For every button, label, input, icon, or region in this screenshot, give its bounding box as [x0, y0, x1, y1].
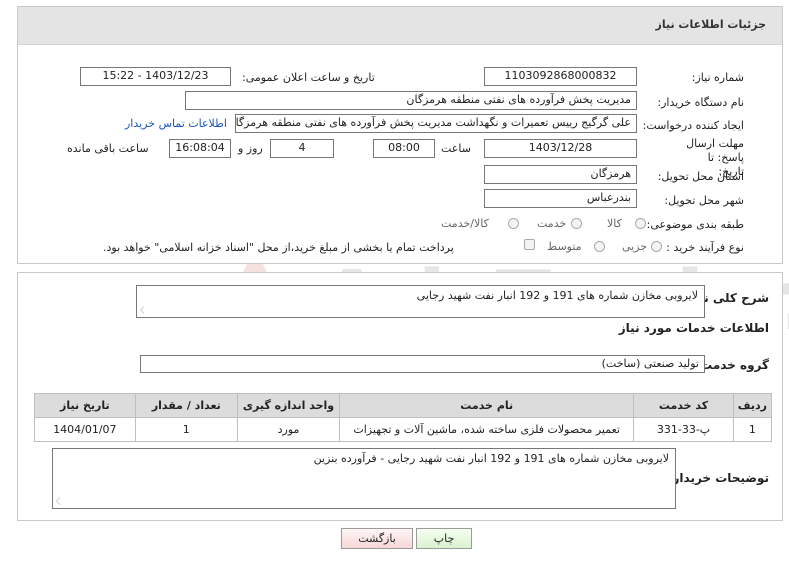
deadline-time-label: ساعت: [441, 142, 471, 155]
col-header-service-name: نام خدمت: [339, 393, 635, 418]
resize-handle-icon[interactable]: [140, 306, 148, 314]
days-remaining-field: 4: [270, 139, 334, 158]
category-option-goods: کالا: [607, 217, 622, 230]
creator-field: علی گرگیج رییس تعمیرات و نگهداشت مدیریت …: [235, 114, 637, 133]
services-table: ردیف کد خدمت نام خدمت واحد اندازه گیری ت…: [34, 393, 773, 442]
category-radio-goods-service[interactable]: [508, 218, 519, 229]
category-radio-goods[interactable]: [635, 218, 646, 229]
process-option-minor: جزیی: [622, 240, 648, 253]
days-label: روز و: [238, 142, 263, 155]
category-label: طبقه بندی موضوعی:: [646, 218, 744, 231]
service-group-field: تولید صنعتی (ساخت): [140, 355, 705, 373]
cell-service-name: تعمیر محصولات فلزی ساخته شده، ماشین آلات…: [339, 417, 635, 442]
col-header-row-num: ردیف: [732, 393, 773, 418]
need-number-label: شماره نیاز:: [691, 71, 744, 84]
resize-handle-icon[interactable]: [56, 497, 64, 505]
services-info-title: اطلاعات خدمات مورد نیاز: [618, 321, 769, 335]
summary-textarea: لایروبی مخازن شماره های 191 و 192 انبار …: [136, 285, 705, 318]
city-field: بندرعباس: [484, 189, 637, 208]
back-button[interactable]: بازگشت: [341, 528, 413, 549]
category-option-service: خدمت: [537, 217, 567, 230]
process-radio-minor[interactable]: [651, 241, 662, 252]
treasury-payment-note: پرداخت تمام یا بخشی از مبلغ خرید،از محل …: [103, 241, 454, 254]
service-group-label: گروه خدمت:: [695, 358, 769, 372]
creator-label: ایجاد کننده درخواست:: [642, 119, 744, 132]
summary-text: لایروبی مخازن شماره های 191 و 192 انبار …: [416, 289, 698, 302]
col-header-need-date: تاریخ نیاز: [34, 393, 136, 418]
process-radio-medium[interactable]: [594, 241, 605, 252]
category-option-goods-service: کالا/خدمت: [441, 217, 489, 230]
buyer-label: نام دستگاه خریدار:: [657, 96, 744, 109]
deadline-time-field: 08:00: [373, 139, 435, 158]
panel-title: جزئیات اطلاعات نیاز: [655, 18, 767, 31]
process-option-medium: متوسط: [547, 240, 582, 253]
announce-label: تاریخ و ساعت اعلان عمومی:: [242, 71, 375, 84]
cell-row-num: 1: [732, 417, 773, 442]
buyer-contact-link[interactable]: اطلاعات تماس خریدار: [125, 117, 227, 130]
cell-need-date: 1404/01/07: [34, 417, 136, 442]
remaining-label: ساعت باقی مانده: [67, 142, 149, 155]
services-panel: شرح کلی نیاز: لایروبی مخازن شماره های 19…: [17, 272, 783, 521]
table-header-row: ردیف کد خدمت نام خدمت واحد اندازه گیری ت…: [34, 393, 773, 418]
panel-header: جزئیات اطلاعات نیاز: [18, 7, 782, 45]
cell-quantity: 1: [134, 417, 238, 442]
buyer-notes-textarea: لایروبی مخازن شماره های 191 و 192 انبار …: [52, 448, 676, 509]
buyer-notes-text: لایروبی مخازن شماره های 191 و 192 انبار …: [313, 452, 669, 465]
print-button[interactable]: چاپ: [416, 528, 472, 549]
city-label: شهر محل تحویل:: [664, 194, 744, 207]
cell-service-code: پ-33-331: [633, 417, 734, 442]
treasury-payment-checkbox[interactable]: [524, 239, 535, 250]
deadline-date-field: 1403/12/28: [484, 139, 637, 158]
table-row: 1 پ-33-331 تعمیر محصولات فلزی ساخته شده،…: [34, 417, 773, 442]
announce-field: 1403/12/23 - 15:22: [80, 67, 231, 86]
buyer-notes-label: توضیحات خریدار:: [667, 471, 769, 485]
province-label: استان محل تحویل:: [657, 170, 744, 183]
buyer-field: مدیریت پخش فرآورده های نفتی منطقه هرمزگا…: [185, 91, 637, 110]
time-remaining-field: 16:08:04: [169, 139, 231, 158]
cell-unit: مورد: [236, 417, 341, 442]
province-field: هرمزگان: [484, 165, 637, 184]
category-radio-service[interactable]: [571, 218, 582, 229]
col-header-quantity: تعداد / مقدار: [134, 393, 238, 418]
col-header-unit: واحد اندازه گیری: [236, 393, 341, 418]
need-number-field: 1103092868000832: [484, 67, 637, 86]
col-header-service-code: کد خدمت: [633, 393, 734, 418]
process-label: نوع فرآیند خرید :: [666, 241, 744, 254]
